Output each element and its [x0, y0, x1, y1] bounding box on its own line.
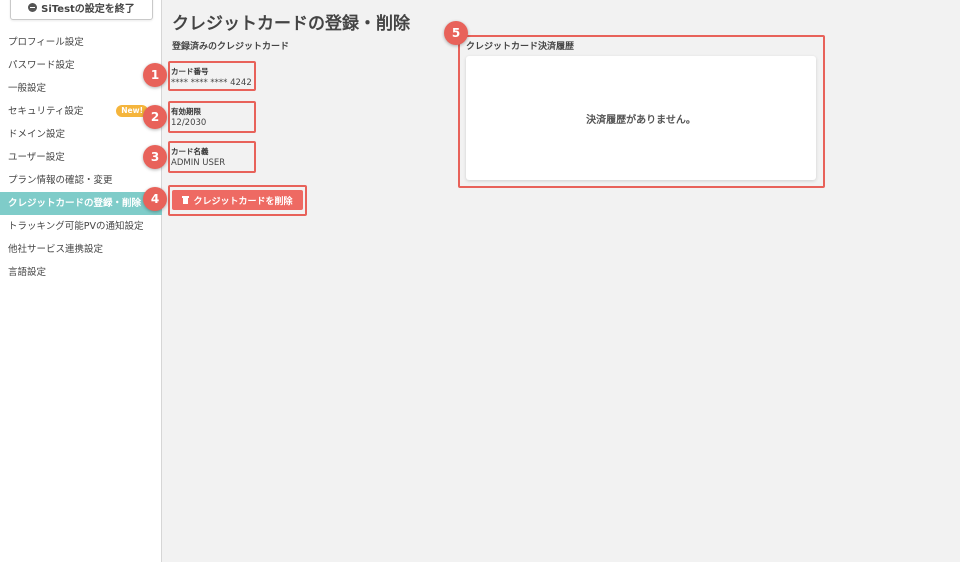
registered-cards-heading: 登録済みのクレジットカード: [172, 42, 290, 52]
highlight-holder: [168, 141, 256, 173]
sidebar-item-credit-card[interactable]: クレジットカードの登録・削除: [0, 192, 162, 215]
marker-1: 1: [143, 63, 167, 87]
sidebar-item-plan[interactable]: プラン情報の確認・変更: [0, 169, 162, 192]
settings-sidebar: SiTestの設定を終了 プロフィール設定 パスワード設定 一般設定 セキュリテ…: [0, 0, 162, 562]
marker-2: 2: [143, 105, 167, 129]
page-title: クレジットカードの登録・削除: [172, 14, 410, 34]
sidebar-item-general[interactable]: 一般設定: [0, 77, 162, 100]
sidebar-item-pv-notification[interactable]: トラッキング可能PVの通知設定: [0, 215, 162, 238]
sidebar-item-domain[interactable]: ドメイン設定: [0, 123, 162, 146]
highlight-history: [458, 35, 825, 188]
sidebar-item-users[interactable]: ユーザー設定: [0, 146, 162, 169]
marker-4: 4: [143, 187, 167, 211]
marker-5: 5: [444, 21, 468, 45]
highlight-card-number: [168, 61, 256, 91]
highlight-delete: [168, 185, 307, 216]
sidebar-item-integrations[interactable]: 他社サービス連携設定: [0, 238, 162, 261]
minus-circle-icon: [28, 2, 38, 12]
highlight-expiry: [168, 101, 256, 133]
exit-settings-button[interactable]: SiTestの設定を終了: [10, 0, 153, 20]
settings-nav: プロフィール設定 パスワード設定 一般設定 セキュリティ設定 New! ドメイン設…: [0, 31, 162, 284]
sidebar-item-profile[interactable]: プロフィール設定: [0, 31, 162, 54]
exit-settings-label: SiTestの設定を終了: [41, 3, 135, 15]
sidebar-item-language[interactable]: 言語設定: [0, 261, 162, 284]
sidebar-item-security[interactable]: セキュリティ設定 New!: [0, 100, 162, 123]
marker-3: 3: [143, 145, 167, 169]
sidebar-item-password[interactable]: パスワード設定: [0, 54, 162, 77]
